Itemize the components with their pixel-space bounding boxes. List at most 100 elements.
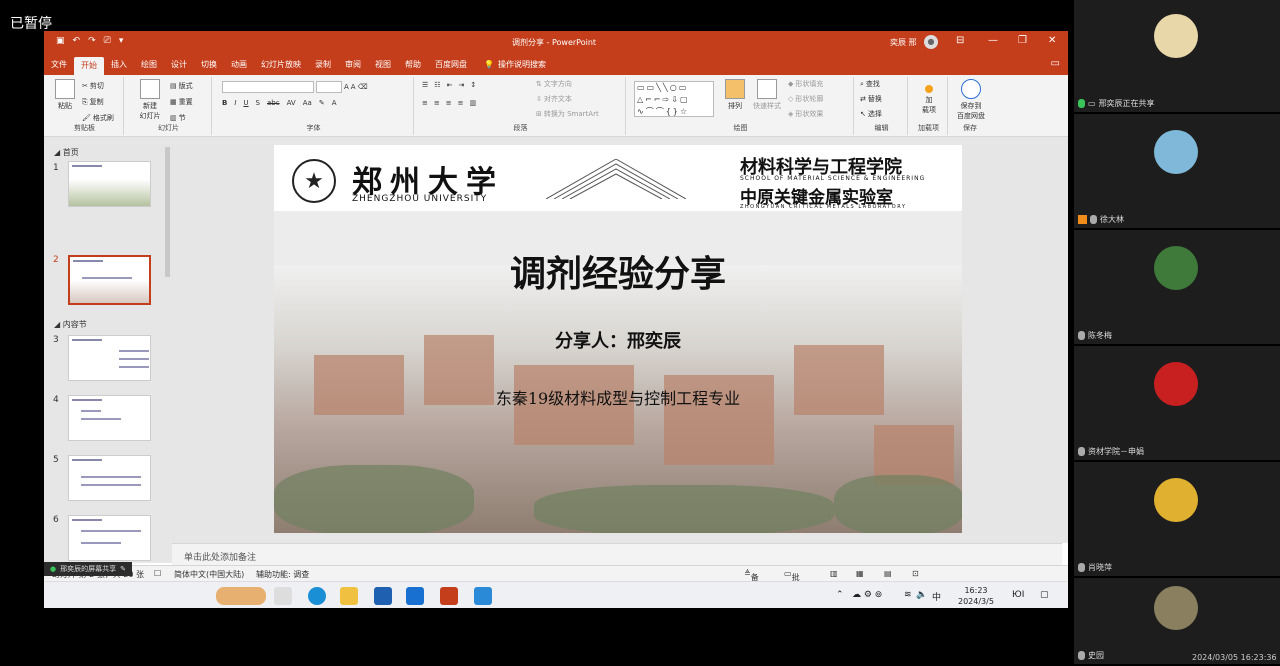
select-button[interactable]: ↖ 选择 xyxy=(860,109,882,119)
find-button[interactable]: ⌕ 查找 xyxy=(860,79,880,89)
tab-transitions[interactable]: 切换 xyxy=(194,56,224,73)
close-icon[interactable]: ✕ xyxy=(1048,35,1056,46)
task-view-icon[interactable] xyxy=(274,587,292,605)
shape-outline-button[interactable]: ◇ 形状轮廓 xyxy=(788,94,823,104)
slideshow-view-icon[interactable]: ⊡ xyxy=(912,569,919,578)
slide-thumbnail[interactable] xyxy=(68,161,151,207)
clear-format-icon[interactable]: ⌫ xyxy=(358,83,368,91)
font-name-input[interactable] xyxy=(222,81,314,93)
participant-tile[interactable]: 肖晓萍 xyxy=(1074,464,1280,578)
tab-record[interactable]: 录制 xyxy=(308,56,338,73)
redo-icon[interactable]: ↷ xyxy=(88,36,96,46)
align-text-button[interactable]: ⇳ 对齐文本 xyxy=(536,94,572,104)
participant-tile[interactable]: 徐大林 xyxy=(1074,116,1280,230)
participant-tile[interactable]: ▭ 邢奕辰正在共享 xyxy=(1074,0,1280,114)
accessibility-status[interactable]: 辅助功能: 调查 xyxy=(256,569,309,580)
case-icon[interactable]: Aa xyxy=(303,99,312,107)
spacing-icon[interactable]: AV xyxy=(287,99,296,107)
tab-slideshow[interactable]: 幻灯片放映 xyxy=(254,56,308,73)
undo-icon[interactable]: ↶ xyxy=(73,36,81,46)
meeting-app-icon[interactable] xyxy=(474,587,492,605)
strikethrough-icon[interactable]: abc xyxy=(267,99,280,107)
normal-view-icon[interactable]: ▥ xyxy=(830,569,838,578)
thumbnail-scrollbar[interactable] xyxy=(165,147,170,277)
tab-draw[interactable]: 绘图 xyxy=(134,56,164,73)
wifi-icon[interactable]: ≋ xyxy=(904,590,912,600)
italic-icon[interactable]: I xyxy=(234,99,236,107)
save-baidu-button[interactable]: 保存到 百度网盘 xyxy=(954,79,988,121)
maximize-icon[interactable]: ❐ xyxy=(1018,35,1027,46)
editor-scrollbar[interactable] xyxy=(1062,137,1068,543)
language[interactable]: 简体中文(中国大陆) xyxy=(174,569,244,580)
copy-button[interactable]: ⎘ 复制 xyxy=(82,97,104,107)
quick-styles-button[interactable]: 快速样式 xyxy=(750,79,784,111)
line-spacing-icon[interactable]: ↕ xyxy=(470,81,476,89)
new-slide-button[interactable]: 新建 幻灯片 xyxy=(132,79,168,121)
section-header[interactable]: ◢ 首页 xyxy=(54,147,79,158)
shadow-icon[interactable]: S xyxy=(256,99,260,107)
file-explorer-icon[interactable] xyxy=(340,587,358,605)
tab-animations[interactable]: 动画 xyxy=(224,56,254,73)
ribbon-display-icon[interactable]: ⊟ xyxy=(956,35,964,46)
addins-button[interactable]: 加 载项 xyxy=(914,79,944,115)
tell-me-search[interactable]: 💡 操作说明搜索 xyxy=(484,59,546,70)
participant-tile[interactable]: 陈冬梅 xyxy=(1074,232,1280,346)
bullets-icon[interactable]: ☰ xyxy=(422,81,428,89)
shrink-font-icon[interactable]: A xyxy=(351,83,356,91)
replace-button[interactable]: ⇄ 替换 xyxy=(860,94,882,104)
section-button[interactable]: ▥ 节 xyxy=(170,113,186,123)
justify-icon[interactable]: ≡ xyxy=(458,99,464,107)
increase-indent-icon[interactable]: ⇥ xyxy=(458,81,464,89)
bold-icon[interactable]: B xyxy=(222,99,227,107)
notification-icon[interactable]: ▢ xyxy=(1040,590,1049,600)
slide-thumbnail[interactable] xyxy=(68,455,151,501)
paste-button[interactable]: 粘贴 xyxy=(50,79,80,111)
underline-icon[interactable]: U xyxy=(243,99,248,107)
slide-thumbnail-selected[interactable] xyxy=(68,255,151,305)
sorter-view-icon[interactable]: ▦ xyxy=(856,569,864,578)
ime-indicator[interactable]: 中 xyxy=(932,590,941,603)
align-center-icon[interactable]: ≡ xyxy=(434,99,440,107)
tab-file[interactable]: 文件 xyxy=(44,56,74,73)
notes-button[interactable]: ≜ 备注 xyxy=(744,569,759,593)
tab-insert[interactable]: 插入 xyxy=(104,56,134,73)
reset-button[interactable]: ▦ 重置 xyxy=(170,97,193,107)
align-left-icon[interactable]: ≡ xyxy=(422,99,428,107)
layout-button[interactable]: ▤ 版式 xyxy=(170,81,193,91)
format-painter-button[interactable]: 🖌 格式刷 xyxy=(82,113,114,123)
tray-overflow-icon[interactable]: ⌃ xyxy=(836,590,844,600)
reading-view-icon[interactable]: ▤ xyxy=(884,569,892,578)
font-color-icon[interactable]: A xyxy=(332,99,337,107)
pen-icon[interactable]: ✎ xyxy=(120,565,126,573)
cut-button[interactable]: ✂ 剪切 xyxy=(82,81,104,91)
mail-icon[interactable] xyxy=(406,587,424,605)
comments-button[interactable]: ▭ 批注 xyxy=(784,569,800,593)
minimize-icon[interactable]: — xyxy=(988,35,998,46)
store-icon[interactable] xyxy=(374,587,392,605)
ime-mode-icon[interactable]: ЮІ xyxy=(1012,590,1024,600)
arrange-button[interactable]: 排列 xyxy=(720,79,750,111)
slide-thumbnail[interactable] xyxy=(68,335,151,381)
slide-thumbnail[interactable] xyxy=(68,395,151,441)
shapes-gallery[interactable]: ▭▭╲╲○▭ △⌐⌐⇨⇩▢ ∿⌒⌒{}☆ xyxy=(634,81,714,117)
tab-help[interactable]: 帮助 xyxy=(398,56,428,73)
user-avatar-icon[interactable]: ● xyxy=(924,35,938,49)
align-right-icon[interactable]: ≡ xyxy=(446,99,452,107)
slide-thumbnail[interactable] xyxy=(68,515,151,561)
start-slideshow-icon[interactable]: ⎚ xyxy=(104,36,111,46)
decrease-indent-icon[interactable]: ⇤ xyxy=(447,81,453,89)
shape-fill-button[interactable]: ◆ 形状填充 xyxy=(788,79,823,89)
highlight-icon[interactable]: ✎ xyxy=(319,99,325,107)
tab-baidu-netdisk[interactable]: 百度网盘 xyxy=(428,56,474,73)
tab-view[interactable]: 视图 xyxy=(368,56,398,73)
tab-design[interactable]: 设计 xyxy=(164,56,194,73)
edge-icon[interactable] xyxy=(308,587,326,605)
notes-pane[interactable]: 单击此处添加备注 xyxy=(172,543,1062,565)
widgets-icon[interactable] xyxy=(216,587,266,605)
columns-icon[interactable]: ▥ xyxy=(470,99,477,107)
font-size-input[interactable] xyxy=(316,81,342,93)
numbering-icon[interactable]: ☷ xyxy=(434,81,440,89)
grow-font-icon[interactable]: A xyxy=(344,83,349,91)
volume-icon[interactable]: 🔈 xyxy=(916,590,927,600)
participant-tile[interactable]: 资材学院－申娟 xyxy=(1074,348,1280,462)
